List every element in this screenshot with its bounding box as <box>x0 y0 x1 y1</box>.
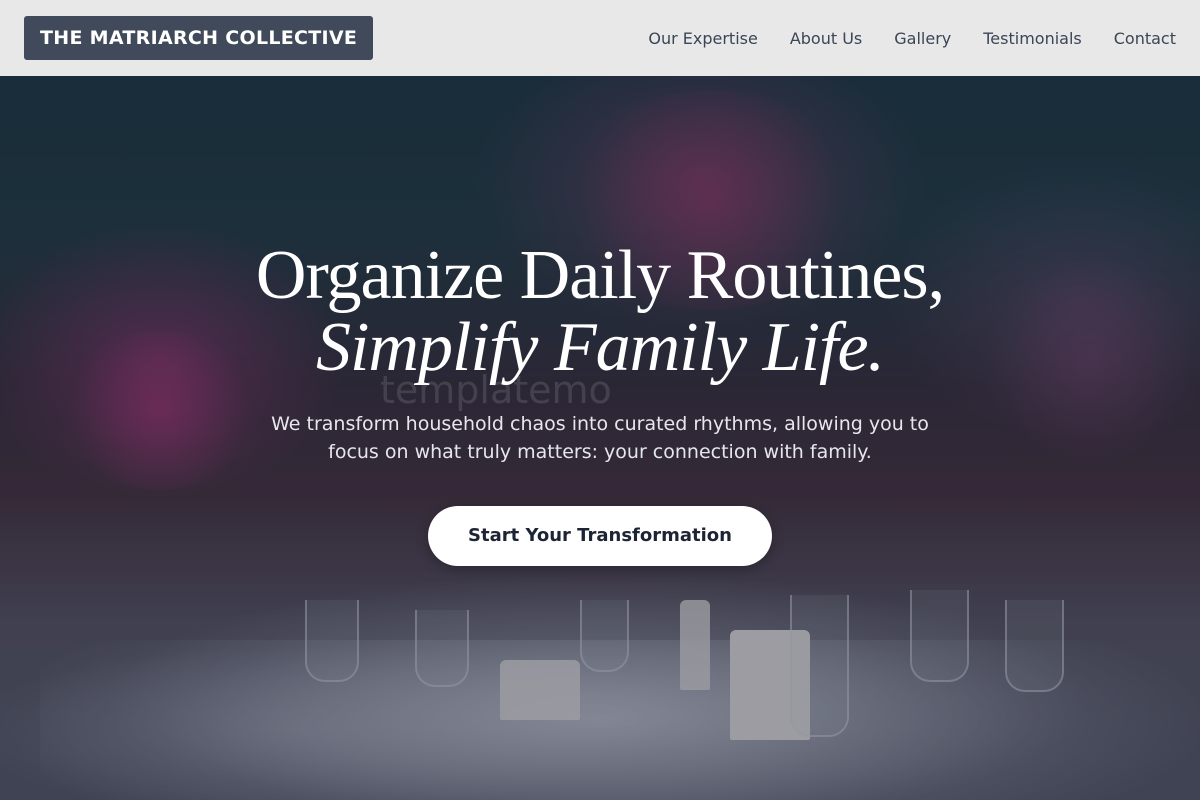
nav-link-gallery[interactable]: Gallery <box>894 29 951 48</box>
nav-link-testimonials[interactable]: Testimonials <box>983 29 1082 48</box>
nav-link-contact[interactable]: Contact <box>1114 29 1176 48</box>
nav-link-our-expertise[interactable]: Our Expertise <box>648 29 757 48</box>
hero-headline-line2: Simplify Family Life. <box>315 309 885 386</box>
brand-logo[interactable]: THE MATRIARCH COLLECTIVE <box>24 16 374 60</box>
start-transformation-button[interactable]: Start Your Transformation <box>428 506 772 566</box>
hero-subtitle: We transform household chaos into curate… <box>271 413 929 463</box>
hero-headline: Organize Daily Routines, Simplify Family… <box>0 240 1200 384</box>
nav-link-about-us[interactable]: About Us <box>790 29 862 48</box>
hero-headline-line1: Organize Daily Routines, <box>255 237 945 314</box>
nav-menu: Our Expertise About Us Gallery Testimoni… <box>648 0 1176 76</box>
hero-section: Organize Daily Routines, Simplify Family… <box>0 240 1200 566</box>
top-navbar: THE MATRIARCH COLLECTIVE Our Expertise A… <box>0 0 1200 76</box>
